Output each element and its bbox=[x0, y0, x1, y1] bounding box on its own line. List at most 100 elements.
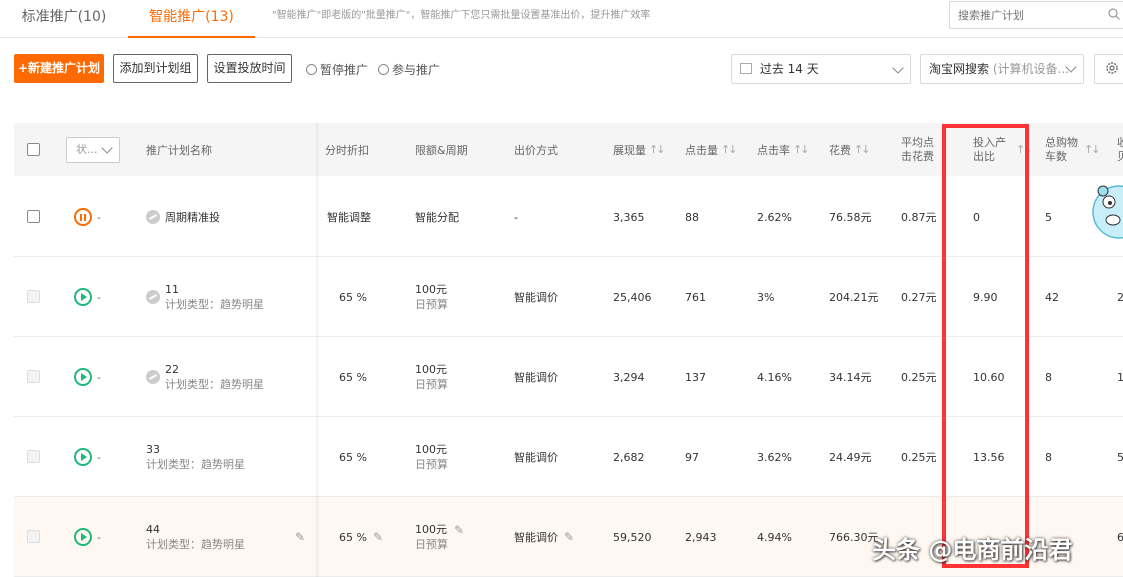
sort-icon: ↑↓ bbox=[1084, 143, 1101, 156]
row-cart: 42 bbox=[1045, 290, 1059, 304]
row-ctr: 2.62% bbox=[757, 210, 792, 224]
budget-period: 日预算 bbox=[415, 298, 448, 311]
row-checkbox[interactable] bbox=[27, 370, 40, 383]
col-cost[interactable]: 花费 ↑↓ bbox=[829, 123, 871, 176]
row-plan-name[interactable]: 22 计划类型：趋势明星 bbox=[146, 337, 264, 417]
add-to-group-button[interactable]: 添加到计划组 bbox=[113, 54, 198, 83]
row-bidding: - bbox=[514, 210, 518, 224]
date-range-value: 过去 14 天 bbox=[759, 62, 819, 76]
row-more: 6 bbox=[1117, 530, 1123, 544]
discount-value: 65 % bbox=[339, 530, 367, 544]
row-checkbox[interactable] bbox=[27, 290, 40, 303]
col-ctr-label: 点击率 bbox=[757, 143, 790, 157]
page: 标准推广(10) 智能推广(13) "智能推广"即老版的"批量推广"，智能推广下… bbox=[0, 0, 1123, 577]
row-status-dash: - bbox=[97, 450, 101, 464]
date-range-select[interactable]: 过去 14 天 bbox=[731, 54, 911, 84]
pencil-icon[interactable]: ✎ bbox=[564, 530, 574, 544]
pencil-icon[interactable]: ✎ bbox=[373, 530, 383, 544]
col-cart-line2: 车数 bbox=[1045, 149, 1067, 163]
col-impressions-label: 展现量 bbox=[613, 143, 646, 157]
join-promotion-link[interactable]: 参与推广 bbox=[378, 61, 440, 78]
play-status-icon bbox=[74, 368, 92, 386]
col-cpc-line1: 平均点 bbox=[901, 135, 934, 149]
row-status[interactable]: - bbox=[74, 417, 101, 497]
plan-name: 33 bbox=[146, 443, 160, 456]
col-more-line2: 贝 bbox=[1117, 149, 1123, 163]
row-status[interactable]: - bbox=[74, 177, 101, 257]
row-cost: 34.14元 bbox=[829, 371, 872, 384]
row-discount: 65 % bbox=[339, 450, 367, 464]
col-ctr[interactable]: 点击率 ↑↓ bbox=[757, 123, 810, 176]
budget-period: 日预算 bbox=[415, 378, 448, 391]
row-bidding: 智能调价 bbox=[514, 371, 558, 384]
sort-icon: ↑↓ bbox=[854, 143, 871, 156]
col-budget-period: 限额&周期 bbox=[415, 143, 468, 157]
row-clicks: 2,943 bbox=[685, 530, 717, 544]
search-icon[interactable] bbox=[1108, 8, 1120, 20]
plan-type-icon bbox=[146, 210, 160, 224]
set-schedule-button[interactable]: 设置投放时间 bbox=[207, 54, 292, 83]
budget-period: 日预算 bbox=[415, 458, 448, 471]
status-filter[interactable]: 状... bbox=[66, 123, 120, 176]
row-bidding: 智能调价 bbox=[514, 291, 558, 304]
row-status[interactable]: - bbox=[74, 257, 101, 337]
col-bidding-method: 出价方式 bbox=[514, 143, 558, 157]
play-status-icon bbox=[74, 528, 92, 546]
pencil-icon[interactable]: ✎ bbox=[454, 523, 464, 537]
plan-type: 计划类型：趋势明星 bbox=[146, 538, 245, 551]
tab-bar: 标准推广(10) 智能推广(13) "智能推广"即老版的"批量推广"，智能推广下… bbox=[0, 0, 1123, 38]
col-impressions[interactable]: 展现量 ↑↓ bbox=[613, 123, 666, 176]
play-status-icon bbox=[74, 448, 92, 466]
tab-standard-promotion[interactable]: 标准推广(10) bbox=[0, 0, 128, 38]
col-cart-total[interactable]: 总购物 车数 ↑↓ bbox=[1045, 123, 1101, 176]
row-plan-name[interactable]: 44 计划类型：趋势明星 bbox=[146, 497, 245, 577]
row-budget: 100元 日预算 bbox=[415, 417, 448, 497]
plan-name: 22 bbox=[165, 363, 179, 376]
tab-smart-promotion[interactable]: 智能推广(13) bbox=[128, 0, 255, 38]
pause-circle-icon bbox=[306, 64, 317, 75]
plan-type-icon bbox=[146, 370, 160, 384]
col-clicks[interactable]: 点击量 ↑↓ bbox=[685, 123, 738, 176]
col-time-discount: 分时折扣 bbox=[325, 143, 369, 157]
col-avg-cpc[interactable]: 平均点 击花费 bbox=[901, 123, 934, 176]
plan-type-icon bbox=[146, 290, 160, 304]
new-plan-button[interactable]: +新建推广计划 bbox=[14, 54, 104, 83]
budget-amount: 100元 bbox=[415, 363, 447, 376]
select-all-checkbox[interactable] bbox=[27, 143, 40, 156]
sort-icon: ↑↓ bbox=[649, 143, 666, 156]
row-discount: 65 % bbox=[339, 290, 367, 304]
row-plan-name[interactable]: 11 计划类型：趋势明星 bbox=[146, 257, 264, 337]
row-discount: 65 % bbox=[339, 370, 367, 384]
plan-type: 计划类型：趋势明星 bbox=[146, 458, 245, 471]
col-more: 收贝 bbox=[1117, 123, 1123, 176]
channel-select[interactable]: 淘宝网搜索 (计算机设备... bbox=[920, 54, 1084, 84]
row-status[interactable]: - bbox=[74, 497, 101, 577]
calendar-icon bbox=[740, 63, 752, 74]
row-cpc: 0.25元 bbox=[901, 451, 937, 464]
row-plan-name[interactable]: 周期精准投 bbox=[146, 177, 220, 257]
row-plan-name[interactable]: 33 计划类型：趋势明星 bbox=[146, 417, 245, 497]
row-clicks: 97 bbox=[685, 450, 699, 464]
channel-value: 淘宝网搜索 bbox=[929, 62, 990, 76]
row-ctr: 4.16% bbox=[757, 370, 792, 384]
col-clicks-label: 点击量 bbox=[685, 143, 718, 157]
row-checkbox[interactable] bbox=[27, 530, 40, 543]
row-checkbox[interactable] bbox=[27, 210, 40, 223]
bidding-value: 智能调价 bbox=[514, 531, 558, 544]
col-cpc-line2: 击花费 bbox=[901, 149, 934, 163]
row-cart: 8 bbox=[1045, 370, 1052, 384]
row-cost: 204.21元 bbox=[829, 291, 879, 304]
search-input[interactable] bbox=[949, 1, 1123, 29]
row-checkbox[interactable] bbox=[27, 450, 40, 463]
plan-type: 计划类型：趋势明星 bbox=[165, 378, 264, 391]
row-budget: 100元 日预算 ✎ bbox=[415, 497, 464, 577]
edit-name-button[interactable]: ✎ bbox=[289, 497, 305, 577]
row-status[interactable]: - bbox=[74, 337, 101, 417]
plan-type: 计划类型：趋势明星 bbox=[165, 298, 264, 311]
mascot-avatar bbox=[1092, 185, 1123, 239]
row-discount: 智能调整 bbox=[327, 211, 371, 224]
pause-promotion-link[interactable]: 暂停推广 bbox=[306, 61, 368, 78]
settings-button[interactable] bbox=[1094, 54, 1123, 84]
row-clicks: 137 bbox=[685, 370, 706, 384]
row-bidding: 智能调价 ✎ bbox=[514, 497, 574, 577]
